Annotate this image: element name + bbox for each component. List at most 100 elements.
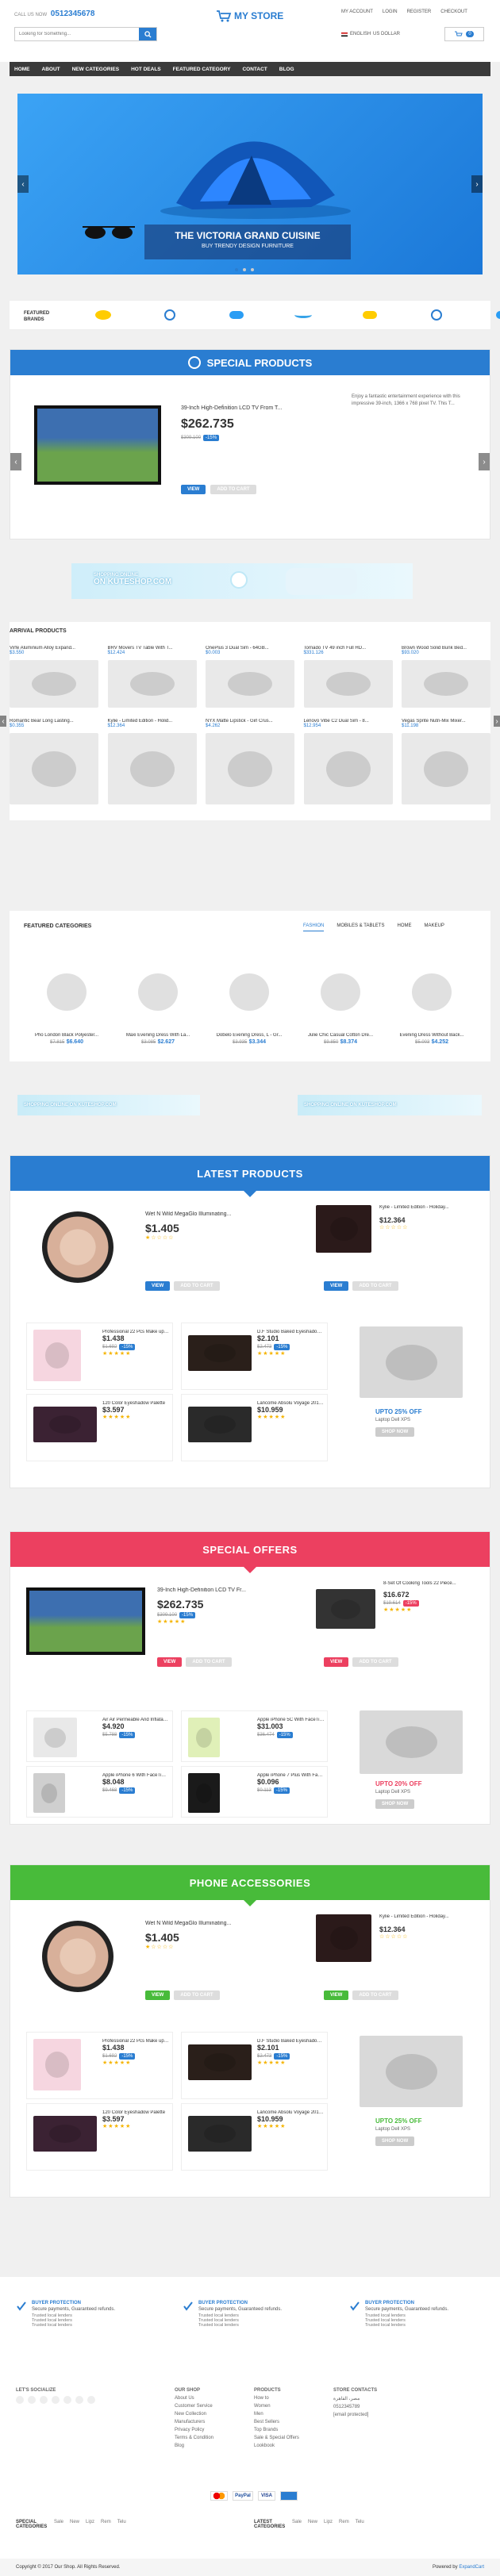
add-to-cart-button[interactable]: ADD TO CART [352,1281,398,1291]
brand-logo[interactable] [422,307,451,323]
category-link[interactable]: New [70,2520,79,2529]
grid-product[interactable]: Lancome Absolu Voyage 2012 ... $10.959 ★★★… [181,1394,328,1461]
add-to-cart-button[interactable]: ADD TO CART [210,485,256,494]
grid-product[interactable]: Apple iPhone 7 Plus With Face... $0.096 $0… [181,1766,328,1818]
grid-product[interactable]: Professional 22 Pcs Make up M... $1.438 $1… [26,2032,173,2099]
footer-link[interactable]: Blog [175,2444,213,2448]
register-link[interactable]: REGISTER [407,10,432,14]
product-card[interactable]: Pho London Black Polyester... $7.815 $6.6… [27,954,106,1045]
nav-contact[interactable]: CONTACT [242,67,267,72]
contact-phone[interactable]: 0512345789 [333,2405,377,2409]
category-link[interactable]: Telu [117,2520,126,2529]
view-button[interactable]: VIEW [324,1657,349,1667]
footer-link[interactable]: Lookbook [254,2444,299,2448]
footer-link[interactable]: Top Brands [254,2428,299,2432]
product-card[interactable]: Dobelo Evening Dress, L - Gr... $3.935 $3… [210,954,289,1045]
search-button[interactable] [139,28,156,40]
product-card[interactable]: Julie Chic Casual Cotton Dre... $9.850 $8… [301,954,380,1045]
cart-button[interactable]: 0 [444,27,484,41]
grid-product[interactable]: 120 Color Eyeshadow Palette $3.597 ★★★★★ [26,1394,173,1461]
phone-number[interactable]: 0512345678 [51,10,95,18]
shop-now-button[interactable]: SHOP NOW [375,1799,415,1809]
footer-link[interactable]: New Collection [175,2412,213,2417]
facebook-icon[interactable] [16,2396,24,2404]
view-button[interactable]: VIEW [181,485,206,494]
product-card[interactable]: Tornado TV 49 inch Full HD... $331.126 [303,646,393,708]
add-to-cart-button[interactable]: ADD TO CART [352,1657,398,1667]
product-card[interactable]: NYX Matte Lipstick - Girl Crus... $4.262 [206,719,294,804]
grid-product[interactable]: Air Air Permeable And Inflatab... $4.920 $… [26,1710,173,1762]
special-prev-arrow[interactable]: ‹ [10,453,21,470]
google-plus-icon[interactable] [52,2396,60,2404]
product-card[interactable]: Romantic Bear Long Lasting... $0.355 [10,719,98,804]
twitter-icon[interactable] [28,2396,36,2404]
currency-select[interactable]: US DOLLAR [373,32,400,36]
footer-link[interactable]: Manufacturers [175,2420,213,2424]
nav-about[interactable]: ABOUT [42,67,60,72]
view-button[interactable]: VIEW [145,1281,171,1291]
footer-link[interactable]: How to [254,2396,299,2401]
product-card[interactable]: BRV Movers TV Table With T... $12.424 [107,646,197,708]
footer-link[interactable]: Sale & Special Offers [254,2436,299,2440]
brand-logo[interactable] [356,307,384,323]
checkout-link[interactable]: CHECKOUT [440,10,467,14]
view-button[interactable]: VIEW [324,1991,349,2000]
product-card[interactable]: Brown Wood Solid Bunk Bed... $93.020 [402,646,490,708]
instagram-icon[interactable] [40,2396,48,2404]
product-card[interactable]: Virfe Aluminium Alloy Expand... $3.550 [10,646,98,708]
hero-prev-arrow[interactable]: ‹ [17,175,29,193]
product-card[interactable]: OnePlus 3 Dual Sim - 64GB... $0.003 [206,646,294,708]
add-to-cart-button[interactable]: ADD TO CART [174,1281,220,1291]
category-link[interactable]: Rem [101,2520,111,2529]
grid-product[interactable]: 120 Color Eyeshadow Palette $3.597 ★★★★★ [26,2103,173,2171]
special-product-image[interactable] [34,405,161,485]
brand-logo[interactable] [156,307,184,323]
product-card[interactable]: Maxi Evening Dress With La... $3.085 $2.6… [118,954,198,1045]
brand-logo[interactable] [89,307,117,323]
view-button[interactable]: VIEW [324,1281,349,1291]
footer-link[interactable]: About Us [175,2396,213,2401]
search-input[interactable] [15,28,139,40]
product-card[interactable]: Vegas Sprite Nutri-Mix Mixer... $11.198 [402,719,490,804]
category-link[interactable]: Sale [54,2520,63,2529]
product-card[interactable]: Evening Dress Without Back... $5.003 $4.2… [392,954,471,1045]
promo-banner-2b[interactable]: SHOPPING ONLINE ON KUTESHOP.COM [298,1095,482,1115]
nav-new-categories[interactable]: NEW CATEGORIES [72,67,119,72]
view-button[interactable]: VIEW [145,1991,171,2000]
brand-logo[interactable] [289,307,317,323]
offers-promo[interactable]: UPTO 20% OFF Laptop Dell XPS SHOP NOW [352,1710,471,1822]
category-link[interactable]: Telu [356,2520,364,2529]
add-to-cart-button[interactable]: ADD TO CART [186,1657,232,1667]
promo-banner-2a[interactable]: SHOPPING ONLINE ON KUTESHOP.COM [17,1095,200,1115]
footer-link[interactable]: Customer Service [175,2404,213,2409]
hero-slider[interactable]: THE VICTORIA GRAND CUISINE BUY TRENDY DE… [17,94,483,274]
footer-link[interactable]: Terms & Condition [175,2436,213,2440]
brand-logo[interactable] [222,307,251,323]
tab-makeup[interactable]: MAKEUP [424,923,444,931]
logo[interactable]: MY STORE [216,10,283,22]
category-link[interactable]: Lipz [86,2520,94,2529]
view-button[interactable]: VIEW [157,1657,183,1667]
pinterest-icon[interactable] [75,2396,83,2404]
latest-promo[interactable]: UPTO 25% OFF Laptop Dell XPS SHOP NOW [352,1323,471,1465]
nav-home[interactable]: HOME [14,67,30,72]
footer-link[interactable]: Best Sellers [254,2420,299,2424]
shop-now-button[interactable]: SHOP NOW [375,2136,415,2146]
contact-email[interactable]: [email protected] [333,2413,377,2417]
expandcart-link[interactable]: ExpandCart [459,2565,484,2570]
accessories-promo[interactable]: UPTO 25% OFF Laptop Dell XPS SHOP NOW [352,2032,471,2175]
promo-banner-1[interactable]: SHOPPING ONLINE ON KUTESHOP.COM [71,563,413,599]
category-link[interactable]: Lipz [324,2520,333,2529]
footer-link[interactable]: Men [254,2412,299,2417]
language-select[interactable]: ENGLISH [341,32,371,36]
login-link[interactable]: LOGIN [383,10,398,14]
product-card[interactable]: Lenovo Vibe C2 Dual Sim - 8... $12.954 [303,719,393,804]
tab-fashion[interactable]: FASHION [303,923,325,931]
add-to-cart-button[interactable]: ADD TO CART [352,1991,398,2000]
slider-dot[interactable] [235,268,238,271]
footer-link[interactable]: Privacy Policy [175,2428,213,2432]
arrival-prev-arrow[interactable]: ‹ [0,716,6,727]
nav-featured-category[interactable]: FEATURED CATEGORY [173,67,231,72]
special-product-name[interactable]: 39-Inch High-Definition LCD TV From T... [181,405,324,411]
nav-hot-deals[interactable]: HOT DEALS [131,67,161,72]
